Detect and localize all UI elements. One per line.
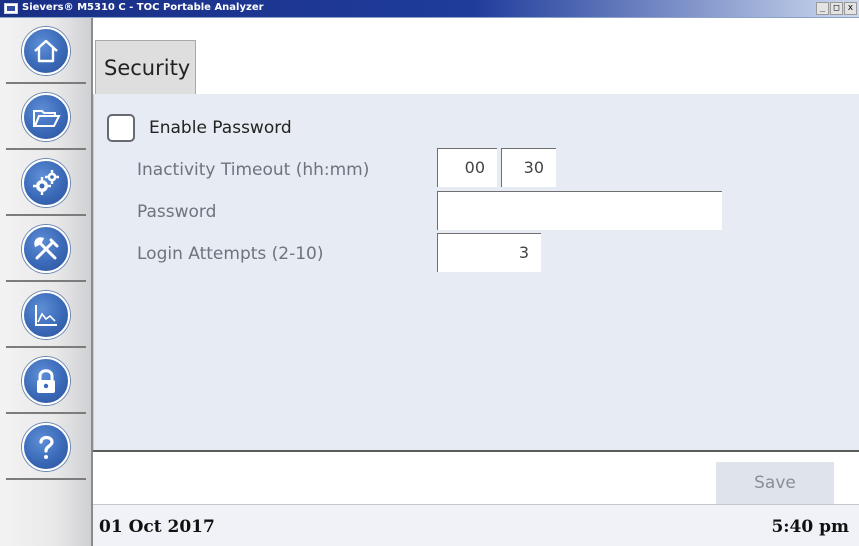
sidebar-item-files[interactable] [6, 84, 86, 150]
window-title: Sievers® M5310 C - TOC Portable Analyzer [22, 2, 264, 13]
sidebar-item-home[interactable] [6, 18, 86, 84]
tools-icon [22, 225, 70, 273]
login-attempts-field[interactable]: 3 [437, 233, 541, 272]
action-bar: Save [93, 452, 859, 504]
inactivity-timeout-label: Inactivity Timeout (hh:mm) [137, 160, 370, 180]
sidebar-item-tools[interactable] [6, 216, 86, 282]
enable-password-checkbox[interactable] [107, 114, 135, 142]
home-icon [22, 27, 70, 75]
tab-security-label: Security [104, 56, 191, 80]
app-icon [4, 3, 18, 14]
tab-strip: Security [93, 18, 859, 94]
inactivity-hours-field[interactable]: 00 [437, 148, 497, 187]
tab-security[interactable]: Security [95, 40, 196, 94]
sidebar-item-settings[interactable] [6, 150, 86, 216]
login-attempts-label: Login Attempts (2-10) [137, 244, 324, 264]
password-field[interactable] [437, 191, 722, 230]
password-label: Password [137, 202, 217, 222]
save-button[interactable]: Save [716, 462, 834, 504]
gears-icon [22, 159, 70, 207]
status-date: 01 Oct 2017 [99, 517, 215, 537]
folder-icon [22, 93, 70, 141]
sidebar-item-data[interactable] [6, 282, 86, 348]
help-icon [22, 423, 70, 471]
inactivity-minutes-field[interactable]: 30 [501, 148, 556, 187]
window-controls: _ □ x [815, 2, 857, 16]
status-time: 5:40 pm [771, 517, 849, 537]
sidebar-item-security[interactable] [6, 348, 86, 414]
maximize-button[interactable]: □ [830, 2, 843, 15]
close-button[interactable]: x [844, 2, 857, 15]
security-panel: Enable Password Inactivity Timeout (hh:m… [93, 94, 859, 450]
chart-icon [22, 291, 70, 339]
status-bar: 01 Oct 2017 5:40 pm [93, 504, 859, 546]
enable-password-label: Enable Password [149, 118, 292, 138]
title-bar: Sievers® M5310 C - TOC Portable Analyzer… [0, 0, 859, 18]
lock-icon [22, 357, 70, 405]
minimize-button[interactable]: _ [816, 2, 829, 15]
sidebar [0, 18, 93, 546]
sidebar-item-help[interactable] [6, 414, 86, 480]
